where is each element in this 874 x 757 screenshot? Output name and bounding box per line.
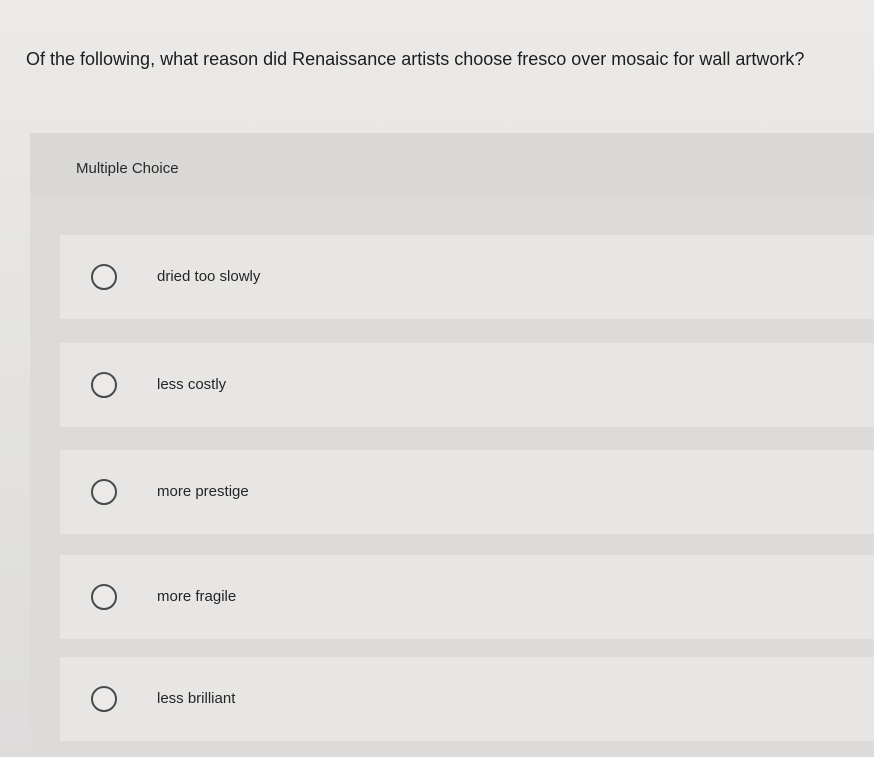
- choice-option[interactable]: less brilliant: [60, 657, 874, 741]
- choice-option[interactable]: more fragile: [60, 555, 874, 639]
- choice-option[interactable]: more prestige: [60, 450, 874, 534]
- choice-label: less brilliant: [157, 690, 236, 707]
- choice-label: less costly: [157, 376, 227, 393]
- choice-label: dried too slowly: [157, 268, 261, 285]
- radio-unselected-icon[interactable]: [91, 479, 117, 505]
- radio-unselected-icon[interactable]: [91, 372, 117, 398]
- radio-unselected-icon[interactable]: [91, 584, 117, 610]
- question-text: Of the following, what reason did Renais…: [26, 49, 805, 69]
- choice-label: more prestige: [157, 483, 249, 500]
- multiple-choice-header: Multiple Choice: [30, 133, 874, 195]
- multiple-choice-label: Multiple Choice: [76, 160, 179, 177]
- choice-label: more fragile: [157, 588, 237, 605]
- choice-option[interactable]: less costly: [60, 343, 874, 427]
- choice-list: dried too slowly less costly more presti…: [30, 195, 874, 757]
- radio-unselected-icon[interactable]: [91, 686, 117, 712]
- quiz-page: Of the following, what reason did Renais…: [0, 0, 874, 757]
- radio-unselected-icon[interactable]: [91, 264, 117, 290]
- choice-option[interactable]: dried too slowly: [60, 235, 874, 319]
